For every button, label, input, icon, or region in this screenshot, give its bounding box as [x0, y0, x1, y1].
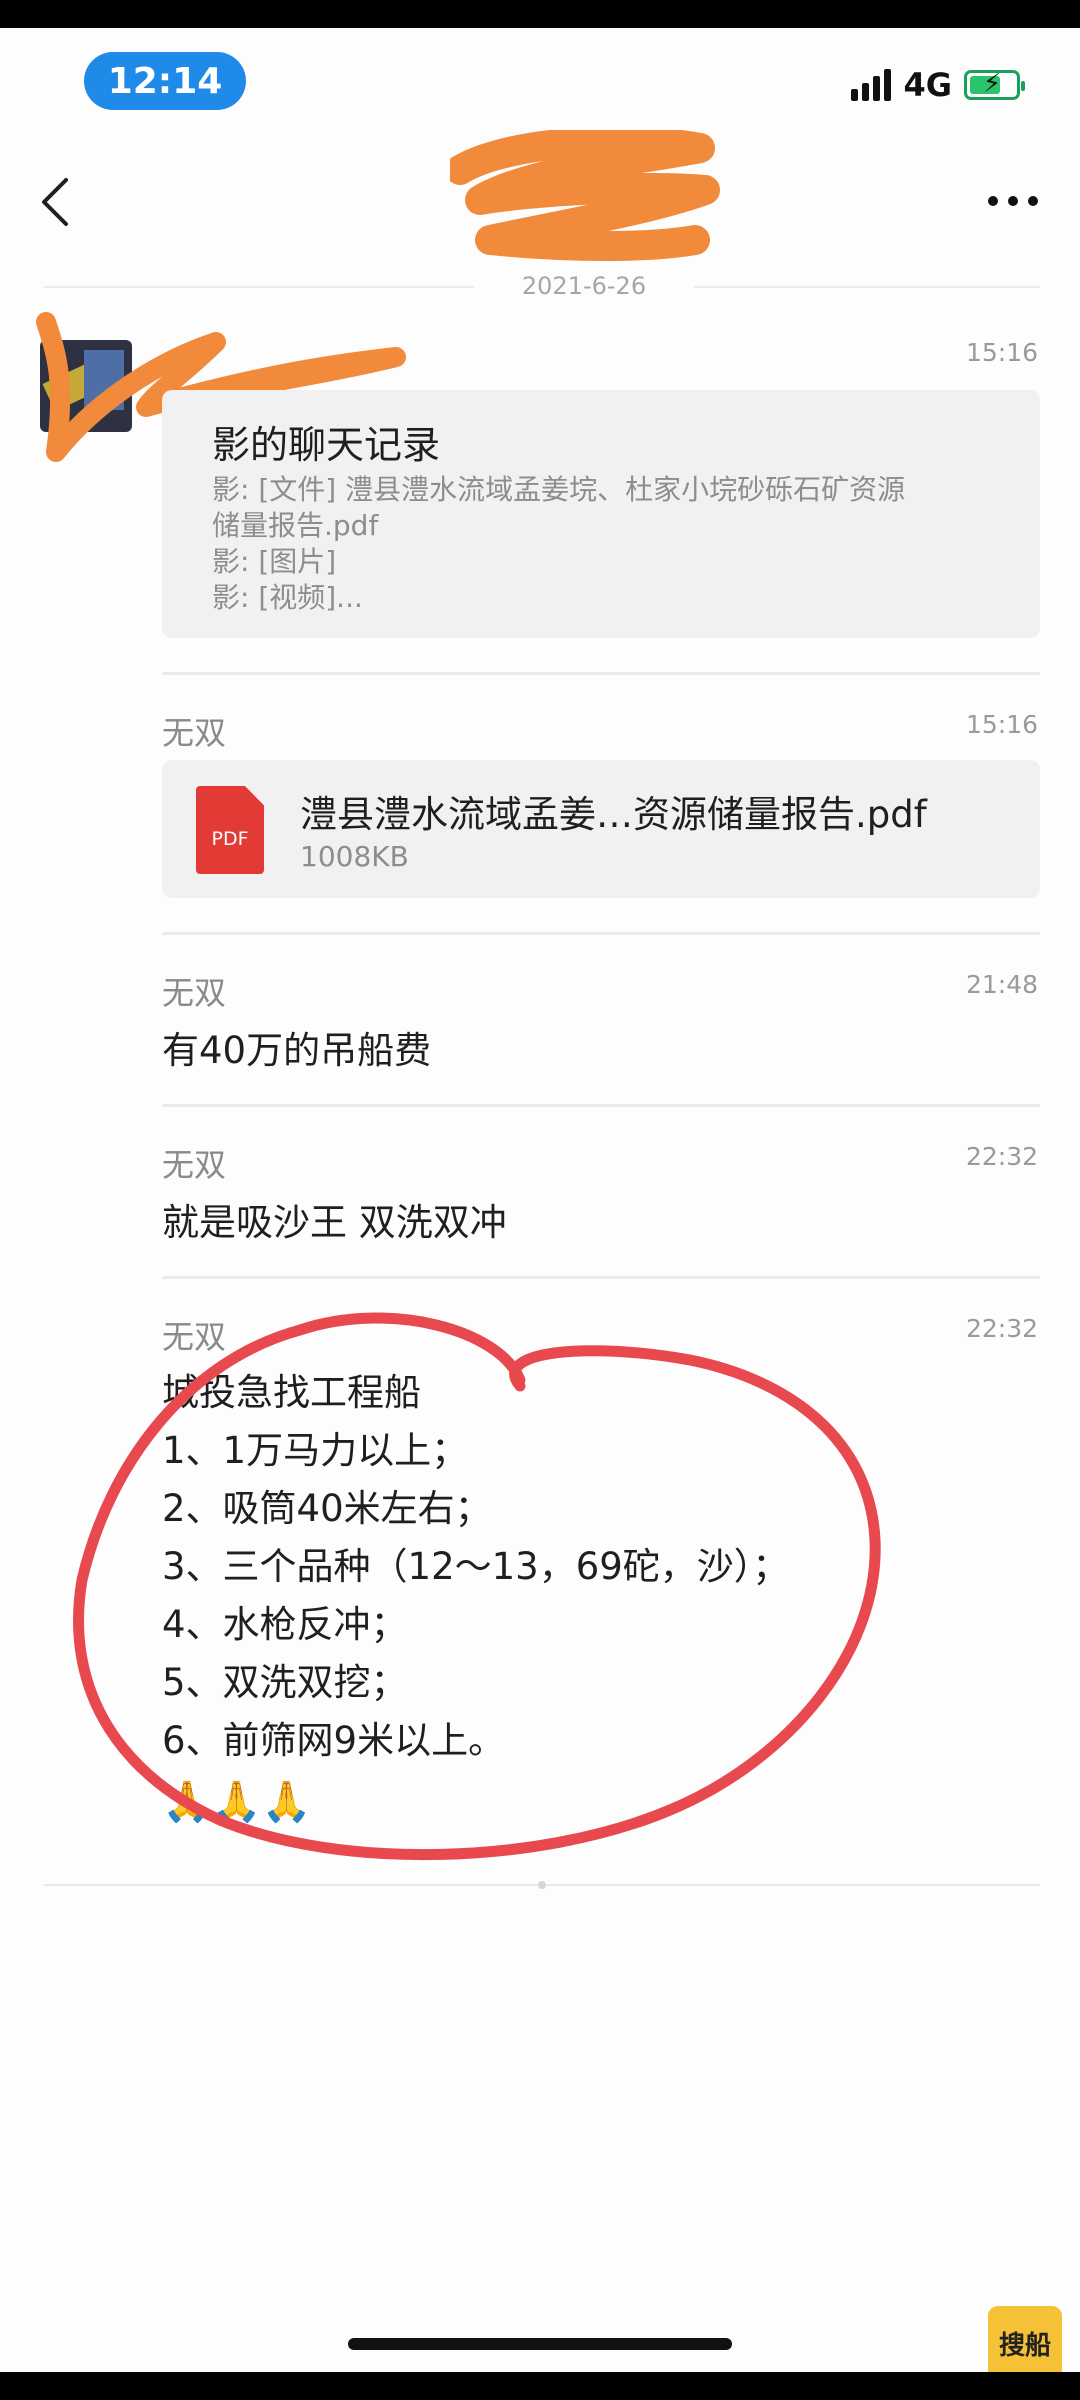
chat-record-line: 影: [文件] 澧县澧水流域孟姜垸、杜家小垸砂砾石矿资源 — [212, 473, 906, 506]
charging-icon: ⚡ — [982, 69, 1002, 99]
back-icon[interactable] — [34, 174, 78, 230]
battery-icon: ⚡ — [964, 69, 1025, 100]
file-name: 澧县澧水流域孟姜…资源储量报告.pdf — [300, 793, 927, 836]
message-text: 就是吸沙王 双洗双冲 — [162, 1201, 507, 1244]
redaction-scribble — [450, 130, 720, 261]
network-type: 4G — [903, 66, 952, 104]
status-icons: 4G ⚡ — [851, 66, 1025, 104]
chat-record-card[interactable]: 影的聊天记录 影: [文件] 澧县澧水流域孟姜垸、杜家小垸砂砾石矿资源 储量报告… — [162, 390, 1040, 638]
file-card[interactable]: PDF 澧县澧水流域孟姜…资源储量报告.pdf 1008KB — [162, 760, 1040, 898]
home-indicator[interactable] — [348, 2338, 732, 2350]
message-text: 有40万的吊船费 — [162, 1029, 432, 1072]
chat-record-line: 影: [视频]... — [212, 581, 363, 614]
date-separator: 2021-6-26 — [44, 272, 1040, 302]
message-time: 22:32 — [965, 1314, 1038, 1343]
signal-icon — [851, 69, 892, 101]
message-time: 22:32 — [965, 1142, 1038, 1171]
watermark-logo: 搜船 — [988, 2306, 1062, 2380]
list-end-dot — [538, 1881, 546, 1889]
message-time: 15:16 — [965, 710, 1038, 739]
message-time: 15:16 — [965, 338, 1038, 367]
chat-record-title: 影的聊天记录 — [212, 423, 441, 467]
message-divider — [162, 672, 1040, 675]
file-size: 1008KB — [300, 840, 409, 873]
chat-record-line: 影: [图片] — [212, 545, 337, 578]
message-sender: 无双 — [162, 1146, 227, 1184]
message-sender: 无双 — [162, 974, 227, 1012]
message-sender: 无双 — [162, 714, 227, 752]
more-options-icon[interactable] — [988, 196, 1038, 206]
chat-record-line: 储量报告.pdf — [212, 509, 379, 542]
top-black-bar — [0, 0, 1080, 28]
message-time: 21:48 — [965, 970, 1038, 999]
date-text: 2021-6-26 — [474, 272, 694, 300]
message-divider — [162, 1276, 1040, 1279]
message-divider — [162, 932, 1040, 935]
annotation-circle — [73, 1312, 881, 1861]
status-time: 12:14 — [84, 52, 246, 110]
bottom-black-bar — [0, 2372, 1080, 2400]
pdf-file-icon: PDF — [196, 786, 264, 874]
message-divider — [162, 1104, 1040, 1107]
